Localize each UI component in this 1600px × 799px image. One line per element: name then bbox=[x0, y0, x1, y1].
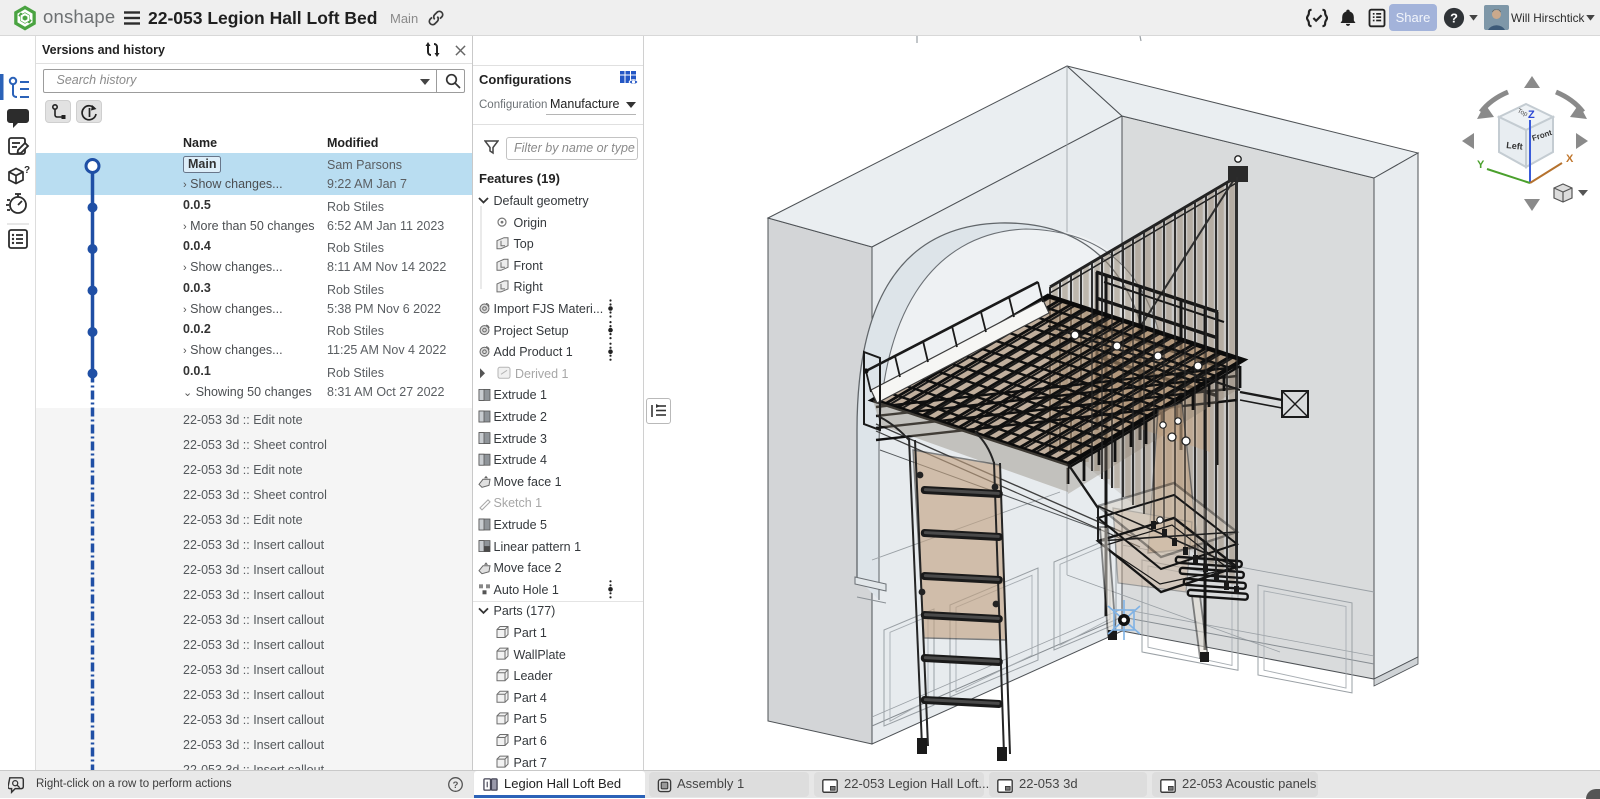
svg-text:?: ? bbox=[453, 780, 459, 791]
svg-text:Z: Z bbox=[1528, 109, 1535, 121]
svg-text:?: ? bbox=[1450, 11, 1458, 26]
svg-text:Left: Left bbox=[1506, 140, 1523, 152]
svg-text:X: X bbox=[1566, 153, 1574, 165]
svg-text:?: ? bbox=[24, 165, 30, 176]
svg-text:Y: Y bbox=[1477, 159, 1485, 171]
